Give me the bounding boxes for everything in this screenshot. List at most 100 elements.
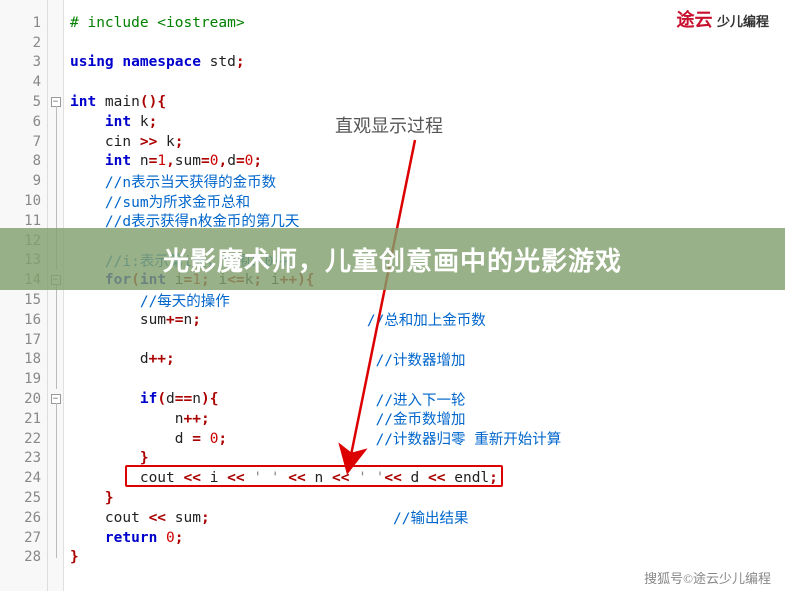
code-line[interactable]: return 0;: [64, 528, 785, 548]
token-op: ,: [218, 153, 227, 169]
token-num: 0: [166, 530, 175, 546]
code-line[interactable]: using namespace std;: [64, 53, 785, 73]
fold-cell: [48, 449, 63, 469]
fold-cell: [48, 429, 63, 449]
token-id: d: [166, 391, 175, 407]
fold-cell: [48, 112, 63, 132]
fold-cell: [48, 132, 63, 152]
watermark-text: 搜狐号©途云少儿编程: [644, 568, 771, 587]
token-op: ;: [175, 134, 184, 150]
token-cm: //金币数增加: [376, 408, 466, 429]
token-op: ){: [201, 391, 218, 407]
token-id: n: [192, 391, 201, 407]
token-op: }: [105, 490, 114, 506]
annotation-label: 直观显示过程: [335, 112, 443, 138]
token-op: =: [192, 431, 201, 447]
token-id: [210, 510, 393, 526]
fold-cell: [48, 13, 63, 33]
token-id: [70, 292, 140, 308]
fold-cell: [48, 468, 63, 488]
fold-cell: [48, 548, 63, 568]
fold-cell: [48, 310, 63, 330]
line-number: 9: [0, 171, 47, 191]
token-op: >>: [140, 134, 157, 150]
token-cm: //输出结果: [393, 507, 468, 528]
line-number: 22: [0, 429, 47, 449]
token-id: [70, 391, 140, 407]
code-line[interactable]: //sum为所求金币总和: [64, 191, 785, 211]
line-number: 18: [0, 350, 47, 370]
token-op: =: [236, 153, 245, 169]
fold-cell[interactable]: −: [48, 389, 63, 409]
token-op: =: [149, 153, 158, 169]
token-id: k: [131, 114, 148, 130]
code-line[interactable]: [64, 330, 785, 350]
token-id: [70, 114, 105, 130]
code-line[interactable]: sum+=n; //总和加上金币数: [64, 310, 785, 330]
code-line[interactable]: if(d==n){ //进入下一轮: [64, 389, 785, 409]
token-cm: //计数器归零 重新开始计算: [376, 428, 562, 449]
fold-cell[interactable]: −: [48, 92, 63, 112]
title-overlay: 光影魔术师，儿童创意画中的光影游戏: [0, 228, 785, 290]
line-number: 2: [0, 33, 47, 53]
brand-logo: 途云 少儿编程: [676, 6, 769, 32]
overlay-title: 光影魔术师，儿童创意画中的光影游戏: [163, 241, 622, 278]
token-id: main: [96, 94, 140, 110]
line-number: 28: [0, 548, 47, 568]
line-number: 10: [0, 191, 47, 211]
token-id: [70, 153, 105, 169]
fold-cell: [48, 53, 63, 73]
token-id: [157, 530, 166, 546]
code-line[interactable]: int main(){: [64, 92, 785, 112]
token-op: ++;: [184, 411, 210, 427]
fold-cell: [48, 72, 63, 92]
token-op: (){: [140, 94, 166, 110]
code-line[interactable]: [64, 72, 785, 92]
token-kw: if: [140, 391, 157, 407]
token-id: [201, 431, 210, 447]
token-id: cout: [70, 510, 149, 526]
token-kw: int: [105, 153, 131, 169]
token-op: ;: [218, 431, 227, 447]
token-id: [210, 411, 376, 427]
code-line[interactable]: //n表示当天获得的金币数: [64, 171, 785, 191]
code-line[interactable]: [64, 33, 785, 53]
token-op: ;: [149, 114, 158, 130]
line-number: 5: [0, 92, 47, 112]
line-number: 3: [0, 53, 47, 73]
token-op: (: [157, 391, 166, 407]
code-area[interactable]: # include <iostream>using namespace std;…: [64, 0, 785, 591]
code-line[interactable]: }: [64, 488, 785, 508]
code-line[interactable]: [64, 369, 785, 389]
code-line[interactable]: int n=1,sum=0,d=0;: [64, 152, 785, 172]
code-line[interactable]: d++; //计数器增加: [64, 350, 785, 370]
code-line[interactable]: //每天的操作: [64, 290, 785, 310]
token-op: +=: [166, 312, 183, 328]
line-number: 25: [0, 488, 47, 508]
token-num: 0: [210, 153, 219, 169]
code-line[interactable]: n++; //金币数增加: [64, 409, 785, 429]
token-op: <<: [149, 510, 166, 526]
code-line[interactable]: d = 0; //计数器归零 重新开始计算: [64, 429, 785, 449]
token-id: sum: [175, 153, 201, 169]
line-number: 6: [0, 112, 47, 132]
token-id: [175, 351, 376, 367]
fold-cell: [48, 330, 63, 350]
code-line[interactable]: cout << sum; //输出结果: [64, 508, 785, 528]
token-id: [227, 431, 375, 447]
token-cm: //每天的操作: [140, 290, 230, 311]
fold-cell: [48, 33, 63, 53]
token-op: ;: [192, 312, 201, 328]
code-line[interactable]: }: [64, 548, 785, 568]
line-number: 16: [0, 310, 47, 330]
token-id: d: [70, 351, 149, 367]
token-cm: //计数器增加: [376, 349, 466, 370]
token-cm: //总和加上金币数: [367, 309, 486, 330]
fold-cell: [48, 528, 63, 548]
line-number: 20: [0, 389, 47, 409]
token-kw: using namespace: [70, 54, 201, 70]
token-id: sum: [166, 510, 201, 526]
fold-cell: [48, 171, 63, 191]
fold-cell: [48, 290, 63, 310]
line-number: 26: [0, 508, 47, 528]
